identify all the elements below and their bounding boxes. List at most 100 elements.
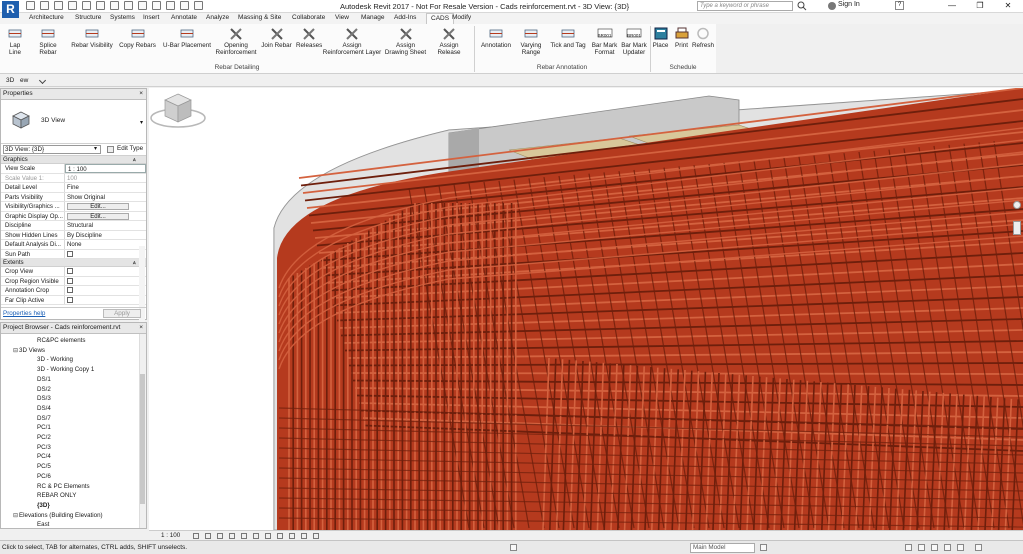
lock-view-icon[interactable]: [277, 533, 283, 539]
property-value[interactable]: Edit...: [65, 202, 146, 211]
browser-item[interactable]: DS/1: [37, 376, 51, 383]
copy-rebars-button[interactable]: Copy Rebars: [119, 26, 156, 49]
tab-manage[interactable]: Manage: [361, 14, 385, 21]
zoom-icon[interactable]: [1013, 221, 1021, 235]
browser-item[interactable]: PC/2: [37, 434, 51, 441]
property-value[interactable]: Edit...: [65, 212, 146, 221]
render-icon[interactable]: [241, 533, 247, 539]
assign-sheet-button[interactable]: Assign Drawing Sheet: [384, 26, 427, 56]
annotation-button[interactable]: Annotation: [478, 26, 514, 49]
browser-item[interactable]: PC/6: [37, 473, 51, 480]
collapse-icon[interactable]: ⩓: [133, 259, 136, 267]
tab-architecture[interactable]: Architecture: [29, 14, 64, 21]
tab-annotate[interactable]: Annotate: [171, 14, 197, 21]
browser-item[interactable]: REBAR ONLY: [37, 492, 76, 499]
browser-item[interactable]: PC/1: [37, 424, 51, 431]
tab-modify[interactable]: Modify: [452, 14, 471, 21]
switch-windows-icon[interactable]: [194, 1, 203, 10]
filter-icon[interactable]: [975, 544, 982, 551]
options-value[interactable]: ew: [20, 77, 28, 84]
revit-logo-icon[interactable]: R: [2, 1, 19, 18]
browser-item[interactable]: {3D}: [37, 502, 50, 509]
close-icon[interactable]: ×: [139, 323, 143, 333]
edit-type-icon[interactable]: [107, 146, 114, 153]
browser-item[interactable]: DS/7: [37, 415, 51, 422]
user-icon[interactable]: [828, 2, 836, 10]
scroll-thumb[interactable]: [140, 374, 145, 504]
place-button[interactable]: Place: [651, 26, 670, 49]
tab-massing-site[interactable]: Massing & Site: [238, 14, 281, 21]
undo-icon[interactable]: [54, 1, 63, 10]
browser-item[interactable]: PC/4: [37, 453, 51, 460]
tab-structure[interactable]: Structure: [75, 14, 101, 21]
select-by-face-icon[interactable]: [944, 544, 951, 551]
varying-range-button[interactable]: Varying Range: [518, 26, 544, 56]
tab-insert[interactable]: Insert: [143, 14, 159, 21]
chevron-down-icon[interactable]: [38, 76, 47, 85]
search-input[interactable]: Type a keyword or phrase: [697, 1, 793, 11]
browser-item[interactable]: DS/4: [37, 405, 51, 412]
aligned-dimension-icon[interactable]: [110, 1, 119, 10]
browser-item[interactable]: DS/2: [37, 386, 51, 393]
browser-item[interactable]: DS/3: [37, 395, 51, 402]
crop-view-icon[interactable]: [253, 533, 259, 539]
browser-item[interactable]: PC/5: [37, 463, 51, 470]
measure-icon[interactable]: [96, 1, 105, 10]
browser-item[interactable]: ⊟3D Views: [13, 347, 45, 354]
property-value[interactable]: [65, 267, 146, 276]
select-underlay-icon[interactable]: [918, 544, 925, 551]
property-value[interactable]: [65, 277, 146, 286]
search-icon[interactable]: [797, 1, 807, 11]
section-icon[interactable]: [152, 1, 161, 10]
rebar-visibility-button[interactable]: Rebar Visibility: [70, 26, 114, 49]
browser-item[interactable]: 3D - Working: [37, 356, 73, 363]
edit-button[interactable]: Edit...: [67, 212, 129, 220]
steering-wheel-icon[interactable]: [1013, 201, 1021, 209]
releases-button[interactable]: Releases: [296, 26, 322, 49]
type-dropdown-icon[interactable]: ▾: [140, 119, 143, 126]
browser-item[interactable]: ⊟Elevations (Building Elevation): [13, 512, 103, 519]
property-value[interactable]: 100: [65, 174, 146, 183]
property-value[interactable]: [65, 250, 146, 259]
chevron-down-icon[interactable]: ▾: [94, 145, 97, 152]
assign-release-button[interactable]: Assign Release: [428, 26, 470, 56]
editable-only-icon[interactable]: [760, 544, 767, 551]
temporary-hide-icon[interactable]: [289, 533, 295, 539]
tab-analyze[interactable]: Analyze: [206, 14, 229, 21]
properties-section-extents[interactable]: Extents ⩓: [1, 259, 146, 267]
visual-style-icon[interactable]: [205, 533, 211, 539]
tick-tag-button[interactable]: Tick and Tag: [549, 26, 587, 49]
select-pinned-icon[interactable]: [931, 544, 938, 551]
close-button[interactable]: ✕: [994, 0, 1022, 12]
instance-filter-select[interactable]: 3D View: {3D}: [3, 145, 101, 154]
property-value[interactable]: 1 : 100: [65, 164, 146, 173]
bar-mark-updater-button[interactable]: BR001 Bar Mark Updater: [620, 26, 648, 56]
model-selector[interactable]: Main Model: [690, 543, 755, 553]
thin-lines-icon[interactable]: [166, 1, 175, 10]
close-hidden-icon[interactable]: [180, 1, 189, 10]
maximize-button[interactable]: ❐: [966, 0, 994, 12]
type-selector[interactable]: 3D View ▾: [1, 100, 146, 144]
checkbox[interactable]: [67, 287, 73, 293]
collapse-icon[interactable]: ⩓: [133, 156, 136, 164]
minimize-button[interactable]: —: [938, 0, 966, 12]
property-value[interactable]: By Discipline: [65, 231, 146, 240]
tab-add-ins[interactable]: Add-Ins: [394, 14, 416, 21]
viewcube-icon[interactable]: [149, 88, 207, 134]
property-value[interactable]: Fine: [65, 183, 146, 192]
print-button[interactable]: Print: [673, 26, 690, 49]
property-value[interactable]: None: [65, 240, 146, 249]
opening-button[interactable]: Opening Reinforcement: [214, 26, 258, 56]
refresh-button[interactable]: Refresh: [692, 26, 714, 49]
shadows-icon[interactable]: [229, 533, 235, 539]
close-icon[interactable]: ×: [139, 89, 143, 99]
browser-item[interactable]: 3D - Working Copy 1: [37, 366, 94, 373]
browser-item[interactable]: RC&PC elements: [37, 337, 86, 344]
property-value[interactable]: [65, 286, 146, 295]
redo-icon[interactable]: [68, 1, 77, 10]
checkbox[interactable]: [67, 268, 73, 274]
browser-scrollbar[interactable]: [139, 334, 146, 528]
save-icon[interactable]: [40, 1, 49, 10]
worksets-icon[interactable]: [510, 544, 517, 551]
browser-item[interactable]: RC & PC Elements: [37, 483, 90, 490]
